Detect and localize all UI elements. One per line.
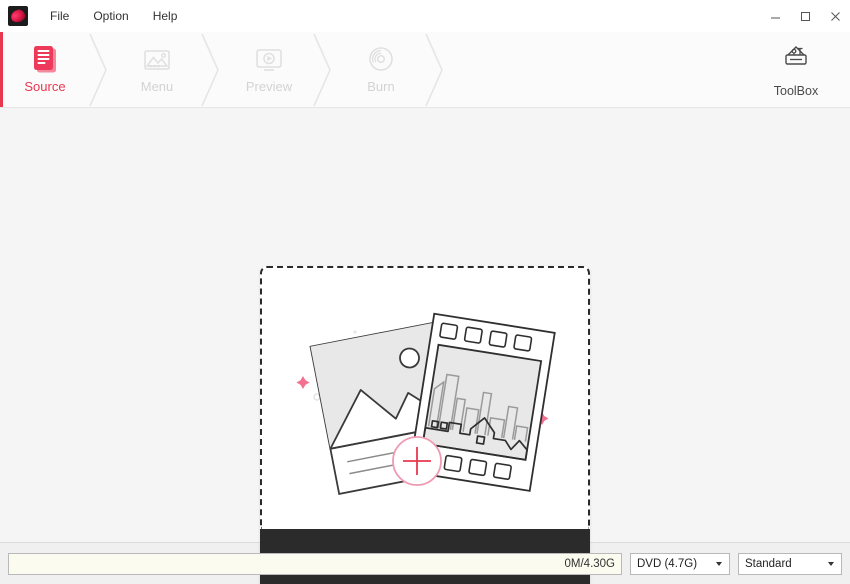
add-media-card: + Add pictures or videos [260,266,590,584]
picture-icon [141,44,173,76]
workflow-tabs: Source Menu Preview Burn [0,32,448,107]
close-button[interactable] [820,0,850,32]
capacity-progress-bar: 0M/4.30G [8,552,622,575]
disc-type-select[interactable]: DVD (4.7G) [630,552,730,575]
document-list-icon [30,44,60,76]
minimize-button[interactable] [760,0,790,32]
close-icon [830,11,840,21]
tab-burn-label: Burn [367,79,395,94]
quality-select[interactable]: Standard [738,552,842,575]
media-dropzone[interactable] [260,266,590,529]
tab-separator [201,32,224,107]
maximize-button[interactable] [790,0,820,32]
toolbox-icon [779,42,813,79]
plus-circle-icon [392,435,442,486]
tab-separator [89,32,112,107]
window-controls [760,0,850,32]
tab-menu[interactable]: Menu [112,32,202,107]
quality-value: Standard [745,557,792,570]
app-logo-icon [8,5,28,26]
tab-source-label: Source [24,79,66,94]
chevron-right-icon [313,33,331,107]
menu-option[interactable]: Option [81,4,140,28]
menu-bar: File Option Help [38,4,189,28]
chevron-right-icon [425,33,443,107]
tab-preview[interactable]: Preview [224,32,314,107]
tab-burn[interactable]: Burn [336,32,426,107]
chevron-down-icon [823,561,837,566]
chevron-right-icon [201,33,219,107]
main-content-area: + Add pictures or videos [0,108,850,584]
toolbox-button[interactable]: ToolBox [756,32,836,107]
minimize-icon [770,17,780,18]
chevron-down-icon [711,561,725,566]
menu-help[interactable]: Help [141,4,190,28]
disc-type-value: DVD (4.7G) [637,557,698,570]
navigation-ribbon: Source Menu Preview Burn ToolBox [0,32,850,108]
tab-preview-label: Preview [245,79,293,94]
tab-source[interactable]: Source [0,32,90,107]
title-bar: File Option Help [0,0,850,32]
toolbox-label: ToolBox [773,83,819,98]
capacity-label: 0M/4.30G [564,557,616,570]
application-window: File Option Help Source Menu Preview Bur… [0,0,850,584]
photos-and-filmstrip-illustration [275,284,575,514]
disc-icon [365,44,397,76]
menu-file[interactable]: File [38,4,81,28]
maximize-icon [800,11,810,21]
tab-separator [425,32,448,107]
chevron-right-icon [89,33,107,107]
tab-separator [313,32,336,107]
monitor-play-icon [253,44,285,76]
tab-menu-label: Menu [140,79,174,94]
